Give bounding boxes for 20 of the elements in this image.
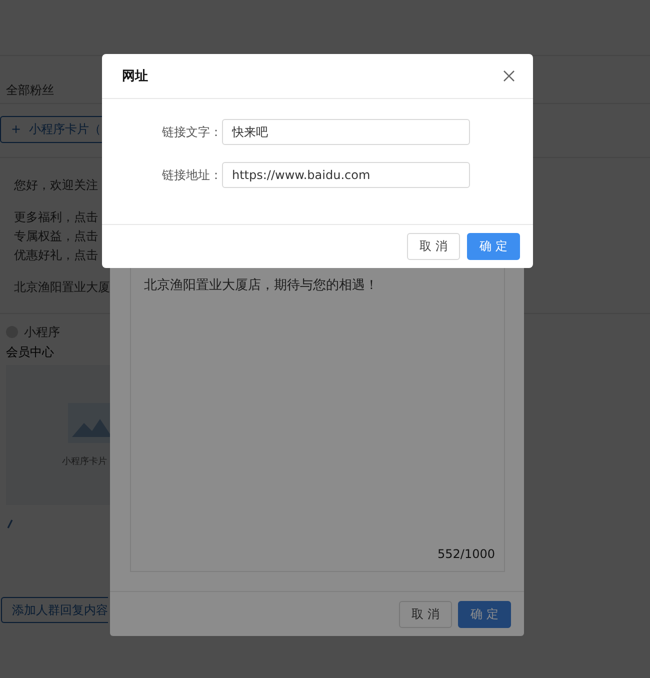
dialog-title: 网址 <box>122 68 148 85</box>
cancel-button[interactable]: 取 消 <box>399 600 452 628</box>
greeting-text: 您好，欢迎关注 <box>14 177 98 194</box>
confirm-button[interactable]: 确 定 <box>467 233 520 260</box>
closing-text: 北京渔阳置业大厦 <box>14 279 110 296</box>
card-title: 会员中心 <box>6 344 55 361</box>
close-icon[interactable] <box>503 70 515 82</box>
audience-label: 全部粉丝 <box>6 83 54 97</box>
cancel-button[interactable]: 取 消 <box>407 233 460 260</box>
character-counter: 552/1000 <box>438 547 495 561</box>
mini-program-label: 小程序 <box>24 324 60 340</box>
input-field[interactable]: 快来吧 <box>222 119 470 145</box>
message-line: 优惠好礼，点击 <box>14 247 98 264</box>
field-label: 链接文字： <box>161 124 222 140</box>
field-label: 链接地址： <box>161 166 222 184</box>
message-line: 专属权益，点击 <box>14 228 98 245</box>
message-line: 更多福利，点击 <box>14 209 98 226</box>
input-field[interactable]: https://www.baidu.com <box>222 162 470 188</box>
confirm-button[interactable]: 确 定 <box>458 600 511 628</box>
message-text: 北京渔阳置业大厦店，期待与您的相遇！ <box>144 277 378 294</box>
